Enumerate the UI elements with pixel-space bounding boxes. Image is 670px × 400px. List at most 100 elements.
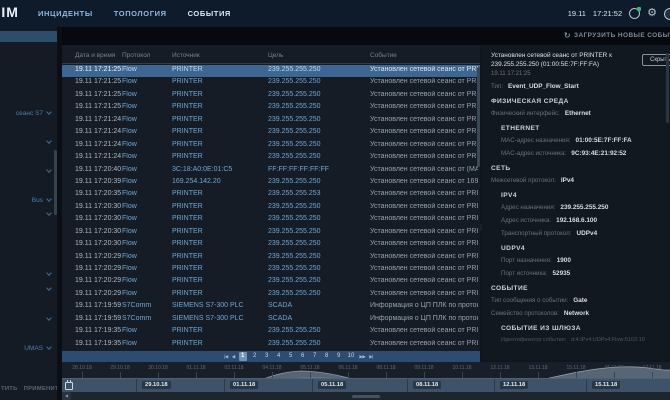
- timeline-date-label: 06.11.18: [338, 365, 358, 371]
- source-cell: SIEMENS S7-300 PLC: [172, 302, 244, 310]
- table-row[interactable]: 19.11 17:19:35 Flow PRINTER 239.255.255.250…: [62, 339, 480, 351]
- user-profile-icon[interactable]: [664, 7, 670, 20]
- column-header[interactable]: Цель: [268, 52, 283, 59]
- field-value: 1900: [556, 257, 571, 264]
- event-cell: Установлен сетевой сеанс от PRIN...: [370, 227, 478, 235]
- table-row[interactable]: 19.11 17:20:35 Flow PRINTER 239.255.255.253…: [62, 189, 480, 201]
- timeline-scrollbar[interactable]: ◀: [62, 392, 670, 400]
- page-number[interactable]: 7: [311, 352, 319, 361]
- timeline-range-label: 15.11.18: [592, 381, 621, 389]
- target-cell: 239.255.255.250: [268, 327, 321, 335]
- tab-incidents[interactable]: ИНЦИДЕНТЫ: [38, 9, 93, 18]
- last-page-icon[interactable]: ▶|: [369, 354, 373, 360]
- time-cell: 19.11 17:21:24: [75, 140, 121, 148]
- table-row[interactable]: 19.11 17:20:29 Flow PRINTER 239.255.255.250…: [62, 264, 480, 276]
- sidebar-item[interactable]: [0, 268, 57, 280]
- page-number[interactable]: 1: [238, 352, 247, 361]
- sidebar-item-label: Bus: [31, 196, 43, 204]
- tab-topology[interactable]: ТОПОЛОГИЯ: [114, 9, 167, 18]
- clear-filters-button[interactable]: ТИТЬ: [1, 386, 18, 392]
- table-row[interactable]: 19.11 17:21:25 Flow PRINTER 239.255.255.250…: [62, 90, 480, 102]
- table-row[interactable]: 19.11 17:20:30 Flow PRINTER 239.255.255.250…: [62, 239, 480, 251]
- tab-events[interactable]: СОБЫТИЯ: [188, 9, 231, 18]
- page-number[interactable]: 3: [263, 352, 271, 361]
- table-row[interactable]: 19.11 17:21:25 Flow PRINTER 239.255.255.250…: [62, 102, 480, 114]
- protocol-cell: Flow: [122, 289, 137, 297]
- next-page-icon[interactable]: ▶▶: [359, 354, 365, 360]
- protocol-cell: Flow: [122, 140, 137, 148]
- page-number[interactable]: 2: [251, 352, 259, 361]
- sidebar-item[interactable]: [0, 313, 57, 325]
- sidebar-item[interactable]: сеанс S7: [0, 107, 57, 119]
- detail-field: Порт назначения: 1900: [501, 257, 662, 264]
- table-row[interactable]: 19.11 17:20:30 Flow PRINTER 239.255.255.250…: [62, 227, 480, 239]
- sidebar-item[interactable]: [0, 165, 57, 177]
- apply-filters-button[interactable]: ПРИМЕНИТЬ: [24, 386, 57, 392]
- table-row[interactable]: 19.11 17:20:39 Flow 169.254.142.20 239.255.…: [62, 177, 480, 189]
- target-cell: 239.255.255.250: [268, 177, 321, 185]
- page-number[interactable]: 5: [287, 352, 295, 361]
- sidebar-item[interactable]: [0, 208, 57, 220]
- timeline-scrollbar-thumb[interactable]: [352, 394, 380, 398]
- chevron-down-icon: [46, 167, 52, 173]
- table-row[interactable]: 19.11 17:21:24 Flow PRINTER 239.255.255.250…: [62, 140, 480, 152]
- page-number[interactable]: 10: [347, 352, 356, 361]
- table-row[interactable]: 19.11 17:20:30 Flow PRINTER 239.255.255.250…: [62, 214, 480, 226]
- first-page-icon[interactable]: |◀: [224, 354, 228, 360]
- table-scrollbar-thumb[interactable]: [477, 67, 480, 167]
- table-row[interactable]: 19.11 17:20:29 Flow PRINTER 239.255.255.250…: [62, 276, 480, 288]
- target-cell: 239.255.255.250: [268, 66, 321, 73]
- prev-page-icon[interactable]: ◀: [232, 354, 235, 360]
- target-cell: 239.255.255.250: [268, 339, 321, 347]
- timeline-range-label: 08.11.18: [413, 381, 442, 389]
- table-row[interactable]: 19.11 17:21:24 Flow PRINTER 239.255.255.250…: [62, 152, 480, 164]
- source-cell: SIEMENS S7-300 PLC: [172, 314, 244, 322]
- table-row[interactable]: 19.11 17:19:59 S7Comm SIEMENS S7-300 PLC SC…: [62, 301, 480, 313]
- field-value: 52935: [552, 270, 571, 277]
- details-scrollbar-thumb[interactable]: [666, 53, 669, 123]
- notifications-icon[interactable]: [629, 7, 642, 19]
- calendar-icon[interactable]: [65, 380, 73, 390]
- chevron-down-icon: [46, 109, 52, 115]
- table-row[interactable]: 19.11 17:19:59 S7Comm SIEMENS S7-300 PLC SC…: [62, 314, 480, 326]
- source-cell: PRINTER: [172, 289, 203, 297]
- scroll-left-arrow-icon[interactable]: ◀: [62, 392, 71, 400]
- table-row[interactable]: 19.11 17:20:30 Flow PRINTER 239.255.255.250…: [62, 202, 480, 214]
- timeline-date-label: 12.11.18: [490, 365, 510, 371]
- timeline-range-label: 01.11.18: [230, 381, 259, 389]
- table-row[interactable]: 19.11 17:21:24 Flow PRINTER 239.255.255.250…: [62, 115, 480, 127]
- target-cell: 239.255.255.250: [268, 153, 321, 161]
- page-number[interactable]: 8: [323, 352, 331, 361]
- page-number[interactable]: 6: [299, 352, 307, 361]
- table-row[interactable]: 19.11 17:19:35 Flow PRINTER 239.255.255.250…: [62, 326, 480, 338]
- details-resize-handle[interactable]: ⁞: [480, 225, 482, 232]
- timeline-date-label: 13.11.18: [528, 365, 548, 371]
- settings-gear-icon[interactable]: ⚙: [647, 8, 657, 19]
- table-row[interactable]: 19.11 17:20:40 Flow 3C:18:A0:0E:01:C5 FF:FF…: [62, 165, 480, 177]
- sidebar-item[interactable]: Bus: [0, 194, 57, 206]
- column-header[interactable]: Событие: [370, 52, 397, 59]
- table-row[interactable]: 19.11 17:21:25 Flow PRINTER 239.255.255.250…: [62, 77, 480, 89]
- table-row[interactable]: 19.11 17:21:24 Flow PRINTER 239.255.255.250…: [62, 127, 480, 139]
- timeline-date-label: 29.10.18: [110, 365, 130, 371]
- sidebar-item[interactable]: UMAS: [0, 342, 57, 354]
- page-number[interactable]: 9: [335, 352, 343, 361]
- event-details-panel: Установлен сетевой сеанс от PRINTER к 23…: [482, 45, 670, 360]
- sidebar-item[interactable]: [0, 136, 57, 148]
- table-row[interactable]: 19.11 17:21:25 Flow PRINTER 239.255.255.250…: [62, 65, 480, 78]
- column-header[interactable]: Источник: [172, 52, 200, 59]
- detail-field: Тип сообщения о событии: Gate: [491, 297, 662, 304]
- page-number[interactable]: 4: [275, 352, 283, 361]
- protocol-cell: Flow: [122, 327, 137, 335]
- field-value: Ethernet: [564, 110, 591, 117]
- table-row[interactable]: 19.11 17:20:29 Flow PRINTER 239.255.255.250…: [62, 289, 480, 301]
- section-header: IPV4: [501, 192, 517, 199]
- timeline-brush-bar[interactable]: 29.10.18 01.11.18 05.11.18 08.11.18 12.11.18…: [62, 378, 670, 393]
- sidebar-selected-filter[interactable]: [0, 31, 57, 42]
- timeline-date-label: 09.11.18: [414, 365, 434, 371]
- load-new-events-button[interactable]: ↻ ЗАГРУЗИТЬ НОВЫЕ СОБЫТИЯ: [564, 31, 670, 40]
- table-row[interactable]: 19.11 17:20:29 Flow PRINTER 239.255.255.250…: [62, 252, 480, 264]
- column-header[interactable]: Протокол: [122, 52, 150, 59]
- sidebar-item[interactable]: [0, 283, 57, 295]
- column-header[interactable]: Дата и время: [75, 52, 115, 59]
